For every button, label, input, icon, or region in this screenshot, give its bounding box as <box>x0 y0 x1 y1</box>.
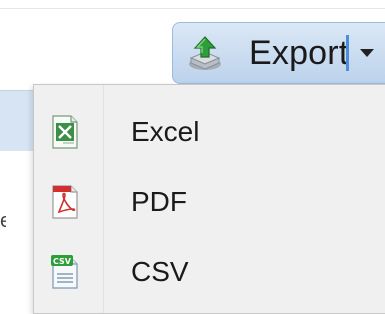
top-divider <box>0 8 385 9</box>
export-button[interactable]: Export <box>173 23 349 83</box>
pdf-file-icon <box>50 184 80 220</box>
background-text-fragment: e <box>0 210 6 232</box>
menu-item-label: Excel <box>131 116 200 147</box>
menu-item-pdf[interactable]: PDF <box>34 169 385 235</box>
menu-item-csv[interactable]: CSV CSV <box>34 239 385 305</box>
csv-file-icon: CSV <box>50 254 80 290</box>
menu-item-excel[interactable]: Excel <box>34 99 385 165</box>
menu-item-label: PDF <box>131 186 187 217</box>
csv-badge-text: CSV <box>53 257 72 266</box>
chevron-down-icon <box>360 49 374 57</box>
export-icon <box>185 33 225 73</box>
export-dropdown-toggle[interactable] <box>349 23 385 83</box>
export-button-label: Export <box>249 34 349 72</box>
export-dropdown-menu: Excel PDF CSV CSV <box>33 84 385 314</box>
excel-file-icon <box>50 114 80 150</box>
export-split-button[interactable]: Export <box>172 22 385 84</box>
menu-item-label: CSV <box>131 256 189 287</box>
